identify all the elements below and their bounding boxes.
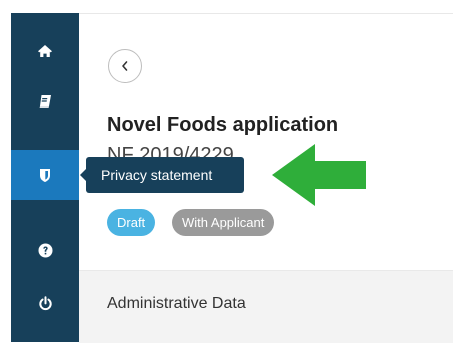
- shield-icon: [40, 168, 50, 182]
- section-label: Administrative Data: [107, 295, 246, 312]
- top-divider: [79, 13, 453, 14]
- left-margin: [0, 0, 11, 342]
- sidebar-item-book[interactable]: [11, 76, 79, 126]
- sidebar-item-privacy[interactable]: [11, 150, 79, 200]
- privacy-tooltip: Privacy statement: [80, 157, 244, 193]
- home-icon: [38, 45, 52, 57]
- power-icon: [38, 295, 52, 310]
- administrative-data-section[interactable]: Administrative Data: [79, 270, 453, 343]
- sidebar-item-home[interactable]: [11, 26, 79, 76]
- help-icon: [38, 243, 52, 257]
- back-button[interactable]: [108, 49, 142, 83]
- page-title: Novel Foods application: [107, 114, 339, 136]
- status-badge-draft: Draft: [107, 209, 156, 236]
- sidebar: [11, 13, 79, 342]
- arrow-left-icon: [272, 144, 366, 206]
- chevron-left-icon: [122, 61, 128, 71]
- status-badge-with-applicant: With Applicant: [172, 209, 275, 236]
- sidebar-item-help[interactable]: [11, 225, 79, 275]
- book-icon: [39, 94, 51, 108]
- sidebar-item-logout[interactable]: [11, 278, 79, 328]
